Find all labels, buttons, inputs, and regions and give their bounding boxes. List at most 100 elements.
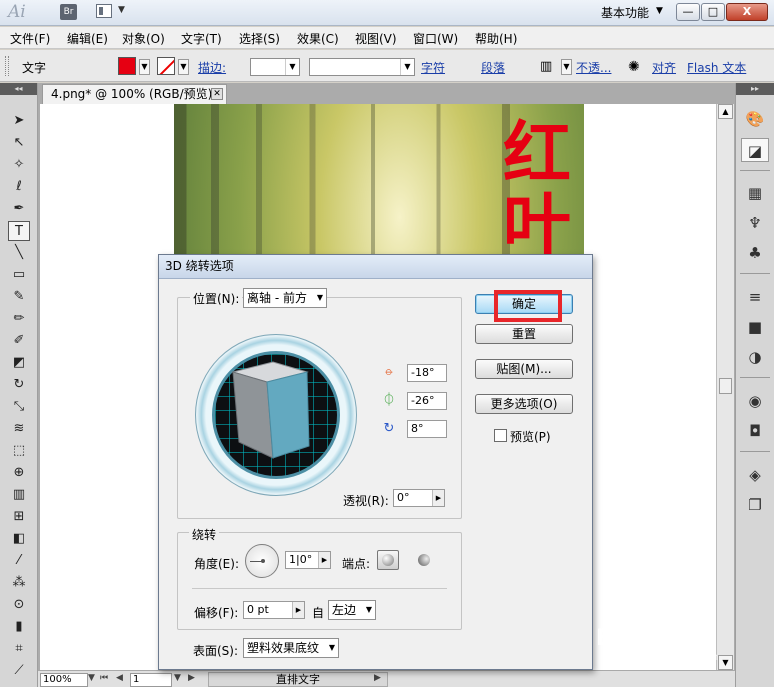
reset-button[interactable]: 重置 bbox=[475, 324, 573, 344]
chevron-down-icon[interactable]: ▼ bbox=[366, 601, 372, 619]
selection-tool-icon[interactable]: ➤ bbox=[8, 111, 30, 131]
spin-arrow-icon[interactable]: ▶ bbox=[318, 552, 330, 568]
chevron-down-icon[interactable]: ▼ bbox=[178, 59, 189, 75]
chevron-down-icon[interactable]: ▼ bbox=[656, 6, 663, 16]
color-guide-icon[interactable]: 🎨 bbox=[741, 107, 769, 131]
gradient-icon[interactable]: ■ bbox=[741, 315, 769, 339]
mesh-tool-icon[interactable]: ⊞ bbox=[8, 507, 30, 527]
preview-checkbox[interactable] bbox=[494, 429, 507, 442]
symbol-sprayer-tool-icon[interactable]: ⊙ bbox=[8, 595, 30, 615]
brush-definition-icon[interactable]: ▥ bbox=[540, 59, 552, 74]
spin-arrow-icon[interactable]: ▶ bbox=[292, 602, 304, 618]
stroke-none-swatch[interactable] bbox=[157, 57, 175, 75]
variable-width-field[interactable]: ▼ bbox=[309, 58, 415, 76]
gradient-tool-icon[interactable]: ◧ bbox=[8, 529, 30, 549]
cap-off-button[interactable] bbox=[413, 550, 435, 570]
stroke-link[interactable]: 描边: bbox=[198, 59, 226, 76]
flash-text-link[interactable]: Flash 文本 bbox=[687, 59, 746, 76]
fill-color-swatch[interactable] bbox=[118, 57, 136, 75]
swatches-icon[interactable]: ▦ bbox=[741, 181, 769, 205]
cap-on-button[interactable] bbox=[377, 550, 399, 570]
chevron-down-icon[interactable]: ▼ bbox=[561, 59, 572, 75]
line-tool-icon[interactable]: ╲ bbox=[8, 243, 30, 263]
direct-selection-tool-icon[interactable]: ↖ bbox=[8, 133, 30, 153]
character-link[interactable]: 字符 bbox=[421, 59, 445, 76]
chevron-down-icon[interactable]: ▼ bbox=[329, 639, 335, 657]
cube-preview[interactable] bbox=[215, 354, 337, 476]
rotate-tool-icon[interactable]: ↻ bbox=[8, 375, 30, 395]
free-transform-tool-icon[interactable]: ⬚ bbox=[8, 441, 30, 461]
artboard-number-field[interactable]: 1 bbox=[130, 673, 172, 687]
more-options-button[interactable]: 更多选项(O) bbox=[475, 394, 573, 414]
offset-from-select[interactable]: 左边 ▼ bbox=[328, 600, 376, 620]
trackball-grid[interactable] bbox=[212, 351, 340, 479]
blend-tool-icon[interactable]: ⁂ bbox=[8, 573, 30, 593]
transparency-icon[interactable]: ◑ bbox=[741, 345, 769, 369]
panel-grip[interactable] bbox=[5, 56, 9, 76]
angle-dial[interactable] bbox=[245, 544, 279, 578]
brushes-icon[interactable]: ♆ bbox=[741, 211, 769, 235]
color-panel-icon[interactable]: ◪ bbox=[741, 138, 769, 162]
menu-help[interactable]: 帮助(H) bbox=[475, 30, 517, 47]
angle-field[interactable]: 1|0° ▶ bbox=[285, 551, 331, 569]
rotation-trackball[interactable] bbox=[195, 334, 357, 496]
pen-tool-icon[interactable]: ✒ bbox=[8, 199, 30, 219]
chevron-down-icon[interactable]: ▼ bbox=[174, 673, 181, 683]
align-link[interactable]: 对齐 bbox=[652, 59, 676, 76]
graph-tool-icon[interactable]: ▥ bbox=[8, 485, 30, 505]
panel-expand-icon[interactable]: ▸▸ bbox=[736, 83, 774, 95]
slice-tool-icon[interactable]: ⟋ bbox=[8, 661, 30, 681]
close-icon[interactable]: ✕ bbox=[211, 88, 223, 100]
chevron-down-icon[interactable]: ▼ bbox=[400, 59, 414, 75]
scale-tool-icon[interactable]: ⤡ bbox=[8, 397, 30, 417]
position-select[interactable]: 离轴 - 前方 ▼ bbox=[243, 288, 327, 308]
stroke-icon[interactable]: ≡ bbox=[741, 285, 769, 309]
scroll-thumb[interactable] bbox=[719, 378, 732, 394]
menu-object[interactable]: 对象(O) bbox=[122, 30, 165, 47]
document-tab[interactable]: 4.png* @ 100% (RGB/预览) ✕ bbox=[42, 84, 227, 104]
type-tool-icon[interactable]: T bbox=[8, 221, 30, 241]
menu-window[interactable]: 窗口(W) bbox=[413, 30, 458, 47]
workspace-switcher[interactable]: 基本功能 bbox=[601, 4, 649, 21]
menu-edit[interactable]: 编辑(E) bbox=[67, 30, 108, 47]
menu-select[interactable]: 选择(S) bbox=[239, 30, 280, 47]
chevron-down-icon[interactable]: ▼ bbox=[285, 59, 299, 75]
symbols-icon[interactable]: ♣ bbox=[741, 241, 769, 265]
spin-arrow-icon[interactable]: ▶ bbox=[432, 490, 444, 506]
z-rotation-field[interactable]: 8° bbox=[407, 420, 447, 438]
dialog-title[interactable]: 3D 绕转选项 bbox=[159, 255, 592, 279]
blob-brush-tool-icon[interactable]: ✐ bbox=[8, 331, 30, 351]
next-artboard-icon[interactable]: ▶ bbox=[188, 673, 195, 683]
appearance-icon[interactable]: ◉ bbox=[741, 389, 769, 413]
menu-file[interactable]: 文件(F) bbox=[10, 30, 50, 47]
vertical-red-text[interactable]: 红叶 bbox=[496, 118, 578, 262]
vertical-scrollbar[interactable]: ▲ ▼ bbox=[716, 104, 734, 670]
stroke-weight-field[interactable]: ▼ bbox=[250, 58, 300, 76]
paintbrush-tool-icon[interactable]: ✎ bbox=[8, 287, 30, 307]
status-menu-icon[interactable]: ▶ bbox=[374, 673, 381, 683]
offset-field[interactable]: 0 pt ▶ bbox=[243, 601, 305, 619]
zoom-field[interactable]: 100% bbox=[40, 673, 88, 687]
artboard-tool-icon[interactable]: ⌗ bbox=[8, 639, 30, 659]
lasso-tool-icon[interactable]: ℓ bbox=[8, 177, 30, 197]
warp-tool-icon[interactable]: ≋ bbox=[8, 419, 30, 439]
chevron-down-icon[interactable]: ▼ bbox=[139, 59, 150, 75]
close-button[interactable]: X bbox=[726, 3, 768, 21]
artboards-icon[interactable]: ❐ bbox=[741, 493, 769, 517]
menu-type[interactable]: 文字(T) bbox=[181, 30, 222, 47]
chevron-down-icon[interactable]: ▼ bbox=[118, 5, 125, 15]
eraser-tool-icon[interactable]: ◩ bbox=[8, 353, 30, 373]
minimize-button[interactable]: — bbox=[676, 3, 700, 21]
maximize-button[interactable]: □ bbox=[701, 3, 725, 21]
previous-artboard-icon[interactable]: ◀ bbox=[116, 673, 123, 683]
surface-select[interactable]: 塑料效果底纹 ▼ bbox=[243, 638, 339, 658]
bridge-button[interactable]: Br bbox=[60, 4, 77, 20]
panel-collapse-icon[interactable]: ◂◂ bbox=[0, 83, 37, 95]
map-art-button[interactable]: 贴图(M)... bbox=[475, 359, 573, 379]
eyedropper-tool-icon[interactable]: ⁄ bbox=[8, 551, 30, 571]
layers-icon[interactable]: ◈ bbox=[741, 463, 769, 487]
chevron-down-icon[interactable]: ▼ bbox=[317, 289, 323, 307]
first-artboard-icon[interactable]: ⏮ bbox=[100, 673, 108, 683]
x-rotation-field[interactable]: -18° bbox=[407, 364, 447, 382]
y-rotation-field[interactable]: -26° bbox=[407, 392, 447, 410]
